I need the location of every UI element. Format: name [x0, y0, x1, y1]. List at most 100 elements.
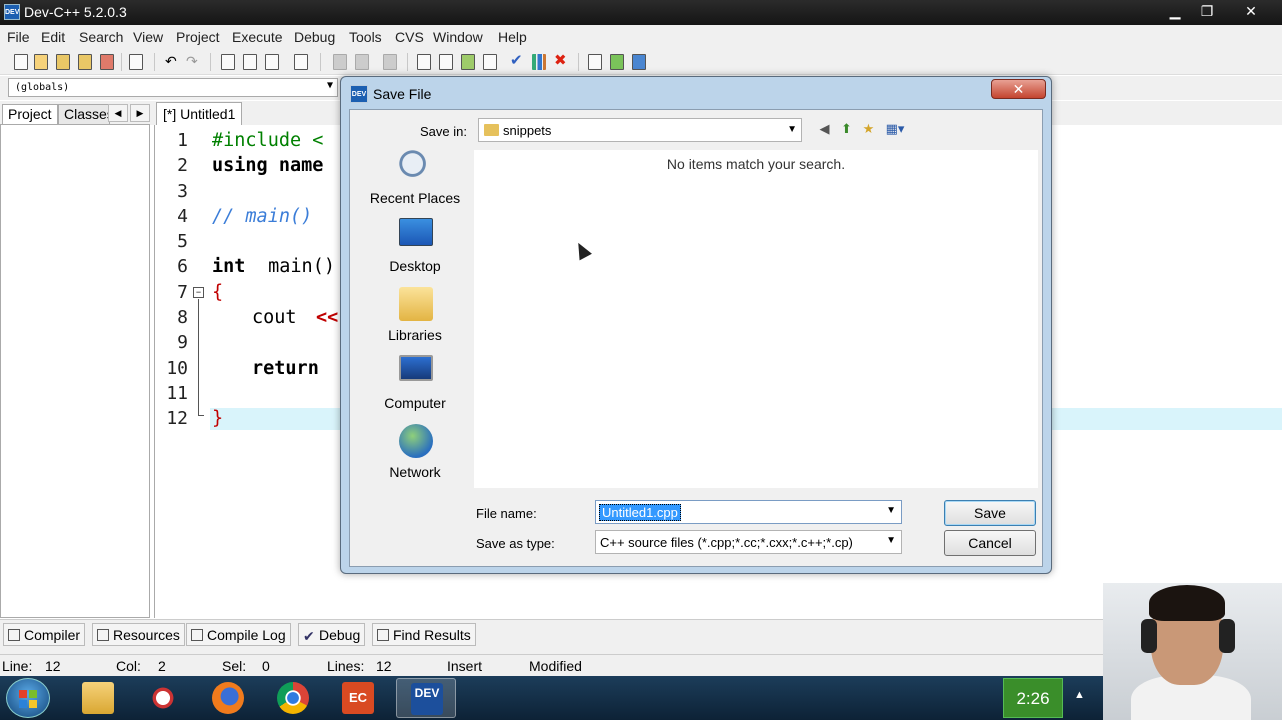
place-desktop[interactable]: Desktop: [360, 218, 470, 282]
dialog-close-button[interactable]: ✕: [991, 79, 1046, 99]
find-icon[interactable]: [221, 54, 235, 70]
print-icon[interactable]: [129, 54, 143, 70]
close-button[interactable]: ✕: [1236, 0, 1266, 22]
start-button[interactable]: [6, 678, 50, 718]
replace-icon[interactable]: [265, 54, 279, 70]
tab-untitled1[interactable]: [*] Untitled1: [156, 102, 243, 126]
back-icon[interactable]: ◀: [816, 120, 833, 137]
status-modified: Modified: [529, 658, 582, 674]
toolbar: ↶ ↷ ✔ ✖: [0, 49, 1282, 75]
save-file-dialog: DEV Save File ✕ Save in: snippets ▼ ◀ ⬆ …: [340, 76, 1052, 574]
undo-icon[interactable]: ↶: [165, 54, 179, 70]
save-button[interactable]: Save: [944, 500, 1036, 526]
menu-search[interactable]: Search: [79, 29, 123, 45]
status-bar: Line: 12 Col: 2 Sel: 0 Lines: 12 Insert …: [0, 654, 1282, 676]
place-label: Desktop: [389, 258, 441, 274]
tab-compile-log[interactable]: Compile Log: [186, 623, 291, 646]
place-label: Network: [389, 464, 441, 480]
cancel-button[interactable]: Cancel: [944, 530, 1036, 556]
status-lines-label: Lines:: [327, 658, 365, 674]
bookmark-icon[interactable]: [588, 54, 602, 70]
save-all-icon[interactable]: [78, 54, 92, 70]
find-results-icon: [377, 629, 389, 641]
toolbar-separator: [320, 53, 321, 71]
view-menu-icon[interactable]: ▦▾: [882, 120, 908, 137]
tab-classes[interactable]: Classes: [58, 104, 110, 126]
up-folder-icon[interactable]: ⬆: [838, 120, 855, 137]
save-icon[interactable]: [56, 54, 70, 70]
line-number: 2: [177, 155, 188, 176]
menu-help[interactable]: Help: [498, 29, 527, 45]
taskbar-chrome[interactable]: [263, 678, 323, 718]
save-in-combo[interactable]: snippets ▼: [478, 118, 802, 142]
minimize-button[interactable]: ▁: [1160, 0, 1190, 22]
help-book-icon[interactable]: [632, 54, 646, 70]
place-computer[interactable]: Computer: [360, 355, 470, 419]
project-tree[interactable]: [0, 124, 150, 618]
taskbar-explorer[interactable]: [68, 678, 128, 718]
place-network[interactable]: Network: [360, 424, 470, 488]
tray-expand-icon[interactable]: ▲: [1074, 689, 1085, 701]
project-add-icon[interactable]: [333, 54, 347, 70]
presenter-hair: [1149, 585, 1225, 621]
redo-icon[interactable]: ↷: [186, 54, 200, 70]
file-name-input[interactable]: Untitled1.cpp ▼: [595, 500, 902, 524]
clock[interactable]: 2:26: [1003, 678, 1063, 718]
check-syntax-icon[interactable]: ✔: [510, 53, 524, 70]
save-in-label: Save in:: [420, 124, 467, 139]
compile-icon[interactable]: [417, 54, 431, 70]
menu-view[interactable]: View: [133, 29, 163, 45]
chevron-right-icon[interactable]: ▶: [130, 104, 150, 122]
save-in-value: snippets: [503, 123, 552, 138]
maximize-button[interactable]: ❐: [1192, 0, 1222, 22]
dialog-title: Save File: [373, 86, 432, 102]
close-file-icon[interactable]: [100, 54, 114, 70]
tab-compiler[interactable]: Compiler: [3, 623, 86, 646]
menu-edit[interactable]: Edit: [41, 29, 65, 45]
open-file-icon[interactable]: [34, 54, 48, 70]
chevron-down-icon: ▼: [787, 124, 797, 135]
place-libraries[interactable]: Libraries: [360, 287, 470, 351]
taskbar-firefox[interactable]: [198, 678, 258, 718]
project-options-icon[interactable]: [383, 54, 397, 70]
chevron-down-icon[interactable]: ▼: [886, 505, 896, 516]
tab-find-results[interactable]: Find Results: [372, 623, 476, 646]
save-as-type-combo[interactable]: C++ source files (*.cpp;*.cc;*.cxx;*.c++…: [595, 530, 902, 554]
taskbar-snipping-tool[interactable]: [133, 678, 193, 718]
delete-icon[interactable]: ✖: [554, 53, 568, 70]
place-recent-places[interactable]: Recent Places: [360, 150, 470, 214]
menu-cvs[interactable]: CVS: [395, 29, 424, 45]
places-bar: Recent Places Desktop Libraries Computer…: [360, 150, 470, 520]
menu-project[interactable]: Project: [176, 29, 220, 45]
project-remove-icon[interactable]: [355, 54, 369, 70]
status-col-label: Col:: [116, 658, 141, 674]
menu-file[interactable]: File: [7, 29, 30, 45]
compile-run-icon[interactable]: [461, 54, 475, 70]
code-line-12: }: [212, 408, 224, 429]
check-icon: ✔: [303, 628, 315, 644]
line-number: 8: [177, 307, 188, 328]
fold-collapse-icon[interactable]: −: [193, 287, 204, 298]
new-folder-icon[interactable]: ★: [860, 120, 877, 137]
tab-resources[interactable]: Resources: [92, 623, 185, 646]
menu-window[interactable]: Window: [433, 29, 483, 45]
scope-combo[interactable]: (globals) ▼: [8, 78, 338, 97]
goto-line-icon[interactable]: [294, 54, 308, 70]
tab-debug[interactable]: ✔ Debug: [298, 623, 366, 646]
taskbar-dev-cpp[interactable]: DEV: [396, 678, 456, 718]
dialog-body: Save in: snippets ▼ ◀ ⬆ ★ ▦▾ Recent Plac…: [349, 109, 1043, 567]
profile-icon[interactable]: [532, 54, 546, 70]
chevron-left-icon[interactable]: ◀: [108, 104, 128, 122]
new-file-icon[interactable]: [14, 54, 28, 70]
tab-project[interactable]: Project: [2, 104, 58, 126]
menu-tools[interactable]: Tools: [349, 29, 382, 45]
menu-debug[interactable]: Debug: [294, 29, 335, 45]
taskbar-ec-app[interactable]: EC: [328, 678, 388, 718]
run-icon[interactable]: [439, 54, 453, 70]
file-list[interactable]: No items match your search.: [474, 150, 1038, 488]
arrow-green-icon[interactable]: [610, 54, 624, 70]
rebuild-all-icon[interactable]: [483, 54, 497, 70]
find-next-icon[interactable]: [243, 54, 257, 70]
menu-execute[interactable]: Execute: [232, 29, 283, 45]
dev-cpp-icon: DEV: [4, 4, 20, 20]
